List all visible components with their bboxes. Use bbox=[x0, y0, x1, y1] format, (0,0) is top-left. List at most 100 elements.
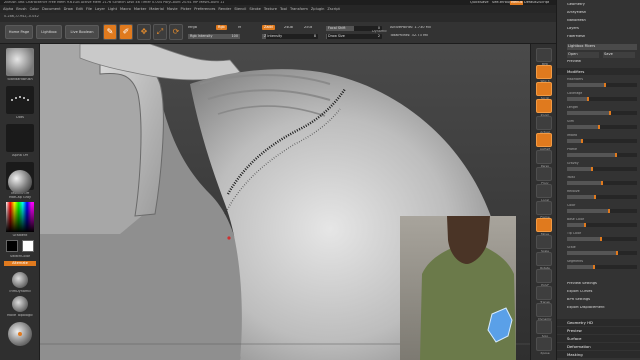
shelf-button-transp[interactable]: Transp bbox=[536, 286, 552, 304]
smooth-brush[interactable] bbox=[8, 322, 32, 346]
material-sphere[interactable] bbox=[8, 170, 32, 194]
tray-item-arraymesh[interactable]: ArrayMesh bbox=[567, 11, 637, 15]
move-icon[interactable]: ✥ bbox=[137, 24, 151, 40]
fiber-modifier-slider[interactable] bbox=[567, 111, 637, 115]
dynamic-toggle[interactable]: Dynamic bbox=[372, 30, 387, 33]
tray-item-fibermesh[interactable]: FiberMesh bbox=[567, 35, 637, 39]
menu-render[interactable]: Render bbox=[218, 5, 231, 13]
fiber-modifier-slider[interactable] bbox=[567, 139, 637, 143]
rotate-icon[interactable]: ⟳ bbox=[169, 24, 183, 40]
default-zscript-button[interactable]: DefaultZScript bbox=[524, 1, 549, 5]
menu-texture[interactable]: Texture bbox=[264, 5, 277, 13]
rgb-toggle[interactable]: Rgb bbox=[216, 25, 227, 30]
trim-dynamic-brush[interactable] bbox=[12, 272, 28, 288]
shelf-button-persp[interactable]: Persp bbox=[536, 150, 552, 168]
fiber-modifier-slider[interactable] bbox=[567, 195, 637, 199]
menu-material[interactable]: Material bbox=[149, 5, 164, 13]
fiber-modifier-slider[interactable] bbox=[567, 223, 637, 227]
tray-item-geometry[interactable]: Geometry bbox=[567, 3, 637, 7]
tray-section-preview[interactable]: Preview bbox=[557, 327, 640, 334]
menu-preferences[interactable]: Preferences bbox=[194, 5, 215, 13]
shelf-button-aahalf[interactable]: AAHalf bbox=[536, 133, 552, 151]
fiber-modifier-slider[interactable] bbox=[567, 237, 637, 241]
zsub-toggle[interactable]: Zsub bbox=[284, 26, 293, 30]
fiber-modifier-slider[interactable] bbox=[567, 153, 637, 157]
alpha-thumbnail[interactable] bbox=[6, 124, 34, 152]
shelf-button-local[interactable]: Local bbox=[536, 184, 552, 202]
tray-item-preview-settings[interactable]: Preview Settings bbox=[567, 282, 637, 286]
alternate-button[interactable]: Alternate bbox=[4, 261, 36, 266]
edit-icon[interactable]: ✎ bbox=[103, 24, 117, 40]
tray-button-save[interactable]: Save bbox=[603, 52, 635, 58]
menu-macro[interactable]: Macro bbox=[120, 5, 131, 13]
shelf-button-frame[interactable]: Frame bbox=[536, 201, 552, 219]
tray-section-deformation[interactable]: Deformation bbox=[557, 343, 640, 350]
move-topologic-brush[interactable] bbox=[12, 296, 28, 312]
fiber-modifier-slider[interactable] bbox=[567, 167, 637, 171]
menu-file[interactable]: File bbox=[86, 5, 92, 13]
menu-color[interactable]: Color bbox=[30, 5, 39, 13]
tray-item-export-displacement[interactable]: Export Displacement bbox=[567, 306, 637, 310]
zcut-toggle[interactable]: Zcut bbox=[304, 26, 312, 30]
switch-color-button[interactable]: SwitchColor bbox=[2, 255, 38, 258]
tray-item-bpr-settings[interactable]: BPR Settings bbox=[567, 298, 637, 302]
draw-icon[interactable]: ✐ bbox=[119, 24, 133, 40]
shelf-button-spix-3[interactable]: SPix 3 bbox=[536, 65, 552, 83]
quicksave-button[interactable]: QuickSave bbox=[470, 1, 489, 5]
scale-icon[interactable]: ⤢ bbox=[153, 24, 167, 40]
viewport-canvas[interactable] bbox=[40, 44, 530, 360]
menu-edit[interactable]: Edit bbox=[76, 5, 83, 13]
shelf-button-scale[interactable]: Scale bbox=[536, 235, 552, 253]
shelf-button-actual[interactable]: Actual bbox=[536, 116, 552, 134]
tray-item-layers[interactable]: Layers bbox=[567, 27, 637, 31]
fiber-modifier-slider[interactable] bbox=[567, 97, 637, 101]
rgb-intensity-slider[interactable]: Rgb Intensity 100 bbox=[188, 34, 240, 39]
tray-button-open[interactable]: Open bbox=[567, 52, 599, 58]
tray-section-surface[interactable]: Surface bbox=[557, 335, 640, 342]
menu-light[interactable]: Light bbox=[108, 5, 117, 13]
live-boolean-button[interactable]: Live Boolean bbox=[65, 25, 99, 39]
menu-alpha[interactable]: Alpha bbox=[3, 5, 13, 13]
fiber-modifier-slider[interactable] bbox=[567, 251, 637, 255]
tray-section-masking[interactable]: Masking bbox=[557, 351, 640, 358]
draw-size-slider[interactable]: Draw Size 2 bbox=[326, 34, 382, 39]
lightbox-button[interactable]: Lightbox bbox=[36, 25, 62, 39]
stroke-thumbnail[interactable] bbox=[6, 86, 34, 114]
menu-movie[interactable]: Movie bbox=[167, 5, 178, 13]
fiber-modifier-slider[interactable] bbox=[567, 209, 637, 213]
tray-section-geometry-hd[interactable]: Geometry HD bbox=[557, 319, 640, 326]
z-intensity-slider[interactable]: Z Intensity 8 bbox=[262, 34, 318, 39]
menus-button[interactable]: Menus bbox=[510, 0, 524, 5]
shelf-button-scroll[interactable]: Scroll bbox=[536, 82, 552, 100]
brush-thumbnail[interactable] bbox=[6, 48, 34, 76]
m-toggle[interactable]: M bbox=[238, 26, 241, 30]
fiber-modifier-slider[interactable] bbox=[567, 125, 637, 129]
menu-stroke[interactable]: Stroke bbox=[249, 5, 260, 13]
menu-brush[interactable]: Brush bbox=[16, 5, 26, 13]
menu-picker[interactable]: Picker bbox=[181, 5, 192, 13]
shelf-button-move[interactable]: Move bbox=[536, 218, 552, 236]
menu-draw[interactable]: Draw bbox=[64, 5, 73, 13]
shelf-button-polyf[interactable]: PolyF bbox=[536, 269, 552, 287]
menu-zplugin[interactable]: Zplugin bbox=[311, 5, 325, 13]
modifiers-section-header[interactable]: Modifiers bbox=[557, 68, 640, 75]
main-color-swatch[interactable] bbox=[6, 240, 18, 252]
menu-transform[interactable]: Transform bbox=[290, 5, 308, 13]
lightbox-fibers-button[interactable]: Lightbox Fibers bbox=[567, 44, 637, 50]
color-picker[interactable] bbox=[6, 202, 34, 232]
menu-stencil[interactable]: Stencil bbox=[234, 5, 246, 13]
fiber-modifier-slider[interactable] bbox=[567, 83, 637, 87]
shelf-button-dynamic[interactable]: Dynamic bbox=[536, 303, 552, 321]
mrgb-toggle[interactable]: Mrgb bbox=[188, 26, 197, 30]
menu-zscript[interactable]: Zscript bbox=[327, 5, 339, 13]
shelf-button-xpose[interactable]: Xpose bbox=[536, 337, 552, 355]
fiber-modifier-slider[interactable] bbox=[567, 265, 637, 269]
shelf-button-solo[interactable]: Solo bbox=[536, 320, 552, 338]
menu-document[interactable]: Document bbox=[42, 5, 61, 13]
shelf-button-floor[interactable]: Floor bbox=[536, 167, 552, 185]
menu-marker[interactable]: Marker bbox=[134, 5, 146, 13]
menu-layer[interactable]: Layer bbox=[95, 5, 105, 13]
tray-item-export-curves[interactable]: Export Curves bbox=[567, 290, 637, 294]
shelf-button-zoom[interactable]: Zoom bbox=[536, 99, 552, 117]
fiber-modifier-slider[interactable] bbox=[567, 181, 637, 185]
